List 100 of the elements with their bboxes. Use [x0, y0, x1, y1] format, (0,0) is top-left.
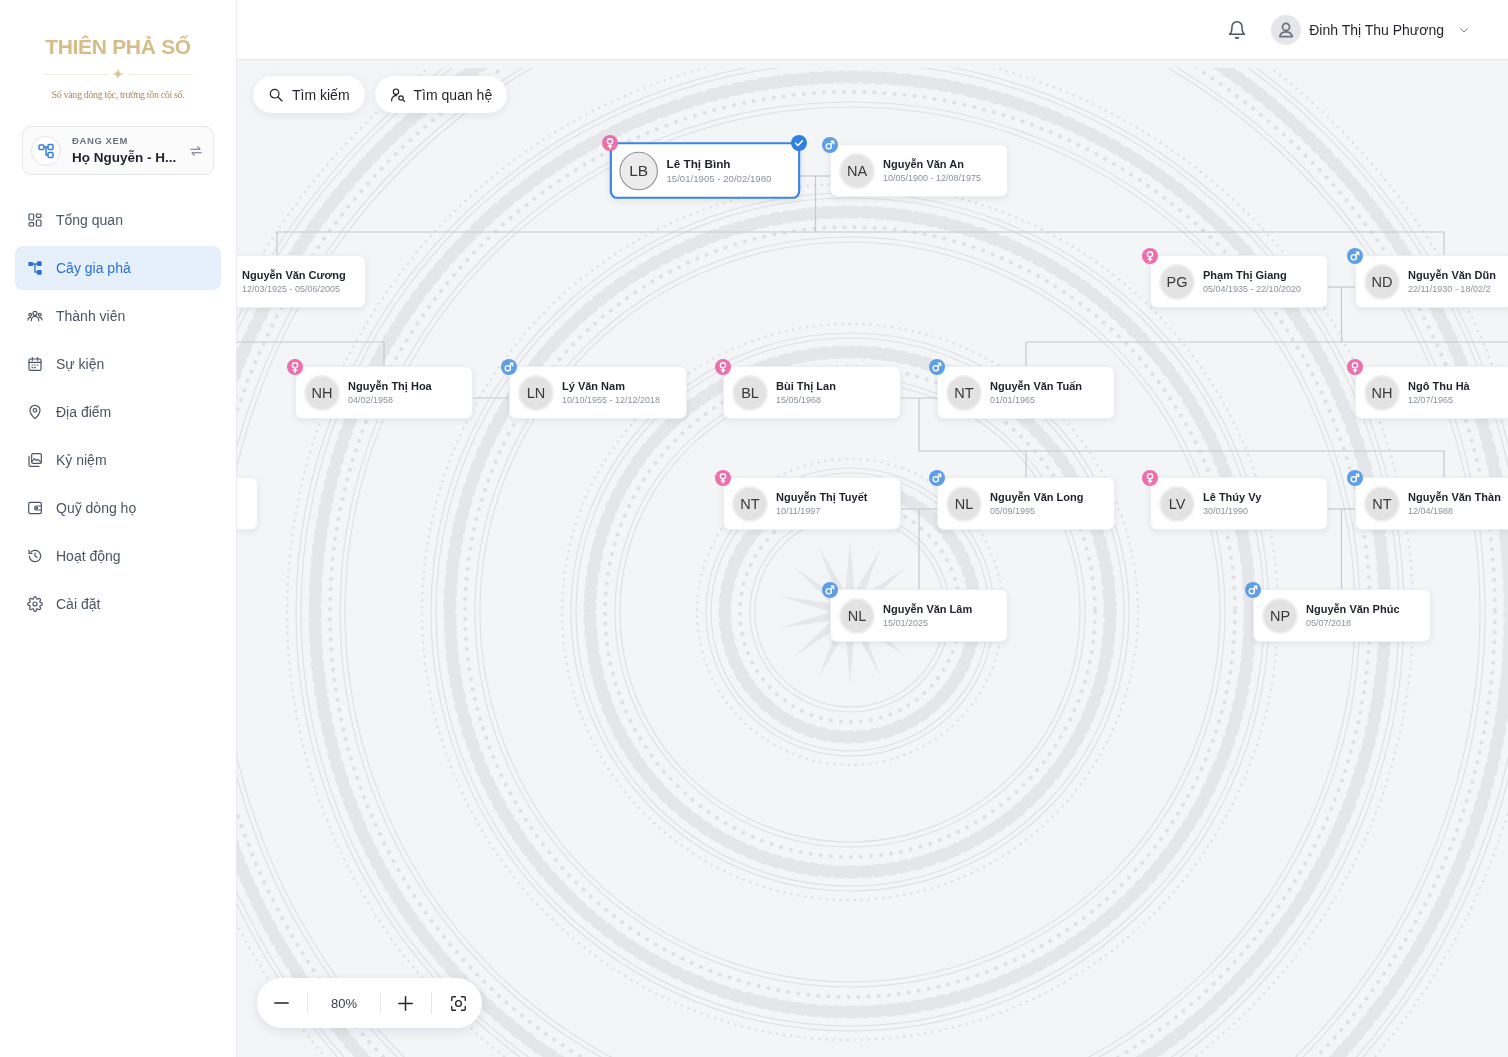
member-name: Ngô Thu Hà — [1408, 379, 1470, 393]
zoom-level: 80% — [330, 995, 358, 1011]
member-dates: 22/11/1930 - 18/02/2 — [1408, 283, 1492, 295]
member-card[interactable]: NA Nguyễn Văn An 10/05/1900 - 12/08/1975 — [830, 144, 1008, 197]
avatar-initials: NL — [839, 597, 875, 634]
member-dates: 15/05/1968 — [776, 394, 823, 406]
member-name: Bùi Thị Lan — [776, 379, 836, 393]
grid-icon — [27, 212, 43, 228]
male-sign-icon — [929, 470, 945, 486]
avatar-initials: NT — [732, 485, 768, 522]
member-card[interactable]: NT Nguyễn Văn Tuấn 01/01/1965 — [937, 366, 1115, 419]
member-card[interactable]: PG Phạm Thị Giang 05/04/1935 - 22/10/2020 — [1150, 255, 1328, 308]
member-card[interactable]: NT Nguyễn Văn Thàn 12/04/1988 — [1355, 477, 1508, 530]
female-sign-icon — [1347, 359, 1363, 375]
member-card[interactable]: Nguyễn Văn Cương 12/03/1925 - 05/06/2005 — [237, 255, 366, 308]
bell-icon — [1227, 19, 1248, 40]
male-sign-icon — [822, 582, 838, 598]
member-dates: 04/02/1958 — [348, 394, 395, 406]
wallet-icon — [27, 500, 43, 516]
member-name: Nguyễn Văn An — [883, 157, 965, 171]
member-card[interactable]: NH Nguyễn Thị Hoa 04/02/1958 — [295, 366, 473, 419]
nav-item[interactable]: Thành viên — [15, 294, 221, 338]
female-sign-icon — [715, 470, 731, 486]
avatar-initials: NT — [1364, 485, 1400, 522]
plus-icon — [397, 995, 413, 1011]
calendar-icon — [27, 356, 43, 372]
focus-frame-icon — [450, 995, 466, 1011]
history-icon — [27, 548, 43, 564]
male-sign-icon — [1245, 582, 1261, 598]
female-sign-icon — [1142, 470, 1158, 486]
nav-item[interactable]: Sự kiện — [15, 342, 221, 386]
user-menu-button[interactable]: Đinh Thị Thu Phương — [1271, 14, 1470, 45]
member-card[interactable]: NL Nguyễn Văn Long 05/09/1995 — [937, 477, 1115, 530]
member-name: Nguyễn Văn Thàn — [1408, 490, 1501, 504]
member-name: Lý Văn Nam — [562, 379, 626, 393]
member-dates: 15/01/2025 — [883, 617, 930, 629]
member-dates: 12/04/1988 — [1408, 505, 1455, 517]
member-card[interactable]: LB Lê Thị Bình 15/01/1905 - 20/02/1980 — [609, 142, 801, 199]
member-name: Nguyễn Văn Long — [990, 490, 1084, 504]
female-sign-icon — [287, 359, 303, 375]
find-relationship-button[interactable]: Tìm quan hệ — [374, 76, 508, 113]
male-sign-icon — [929, 359, 945, 375]
avatar-initials: NA — [839, 152, 875, 189]
member-dates: 10/10/1955 - 12/12/2018 — [562, 394, 661, 406]
avatar-initials: LB — [619, 151, 658, 190]
female-sign-icon — [1142, 248, 1158, 264]
logo-wordmark: THIÊN PHẢ SỐ — [45, 34, 191, 60]
nav-item[interactable]: Cài đặt — [15, 582, 221, 626]
female-sign-icon — [601, 135, 618, 152]
member-name: Nguyễn Thị Hoa — [348, 379, 432, 393]
member-card[interactable]: LV Lê Thúy Vy 30/01/1990 — [1150, 477, 1328, 530]
member-name: Nguyễn Văn Lâm — [883, 602, 973, 616]
family-switcher[interactable]: ĐANG XEM Họ Nguyễn - H... — [22, 126, 214, 175]
avatar-initials: NH — [304, 374, 340, 411]
avatar-initials: NP — [1262, 597, 1298, 634]
member-name: Nguyễn Văn Tuấn — [990, 379, 1083, 393]
member-card[interactable]: BL Bùi Thị Lan 15/05/1968 — [723, 366, 901, 419]
sparkle-icon — [112, 68, 124, 80]
male-sign-icon — [1347, 248, 1363, 264]
member-dates: 30/01/1990 — [1203, 505, 1250, 517]
check-icon — [791, 135, 808, 152]
avatar-initials: PG — [1159, 263, 1195, 300]
member-dates: 15/01/1905 - 20/02/1980 — [666, 172, 772, 185]
member-name: Phạm Thị Giang — [1203, 268, 1288, 282]
notification-button[interactable] — [1227, 19, 1248, 40]
nav-item[interactable]: Cây gia phả — [15, 246, 221, 290]
nav-item[interactable]: Kỷ niệm — [15, 438, 221, 482]
viewing-label: ĐANG XEM — [72, 135, 129, 147]
map-pin-icon — [27, 404, 43, 420]
member-dates: 05/09/1995 — [990, 505, 1037, 517]
member-dates: 12/07/1965 — [1408, 394, 1455, 406]
member-name: Lê Thúy Vy — [1203, 490, 1262, 504]
avatar-initials: ND — [1364, 263, 1400, 300]
minus-icon — [273, 1002, 289, 1004]
hierarchy-icon — [27, 260, 43, 276]
member-dates: 01/01/1965 — [990, 394, 1037, 406]
search-button[interactable]: Tìm kiếm — [253, 76, 365, 113]
member-card[interactable]: NT Nguyễn Thị Tuyết 10/11/1997 — [723, 477, 901, 530]
male-sign-icon — [1347, 470, 1363, 486]
female-sign-icon — [715, 359, 731, 375]
member-name: Nguyễn Văn Cương — [242, 268, 346, 282]
member-card[interactable]: NL Nguyễn Văn Lâm 15/01/2025 — [830, 589, 1008, 642]
member-card[interactable]: NP Nguyễn Văn Phúc 05/07/2018 — [1253, 589, 1431, 642]
member-dates: 12/03/1925 - 05/06/2005 — [242, 283, 342, 295]
male-sign-icon — [822, 137, 838, 153]
person-search-icon — [389, 86, 406, 103]
search-icon — [268, 86, 284, 103]
family-tree-icon — [31, 135, 61, 166]
swap-icon — [189, 143, 203, 158]
family-name: Họ Nguyễn - H... — [72, 149, 177, 166]
nav-item[interactable]: Địa điểm — [15, 390, 221, 434]
member-name: Nguyễn Thị Tuyết — [776, 490, 868, 504]
avatar-initials: LV — [1159, 485, 1195, 522]
nav-item[interactable]: Tổng quan — [15, 198, 221, 242]
nav-item[interactable]: Hoạt động — [15, 534, 221, 578]
nav-item[interactable]: Quỹ dòng họ — [15, 486, 221, 530]
member-card[interactable]: LN Lý Văn Nam 10/10/1955 - 12/12/2018 — [509, 366, 687, 419]
member-card[interactable]: NH Ngô Thu Hà 12/07/1965 — [1355, 366, 1508, 419]
member-card[interactable]: ND Nguyễn Văn Dũn 22/11/1930 - 18/02/2 — [1355, 255, 1508, 308]
user-avatar-icon — [1271, 14, 1302, 45]
